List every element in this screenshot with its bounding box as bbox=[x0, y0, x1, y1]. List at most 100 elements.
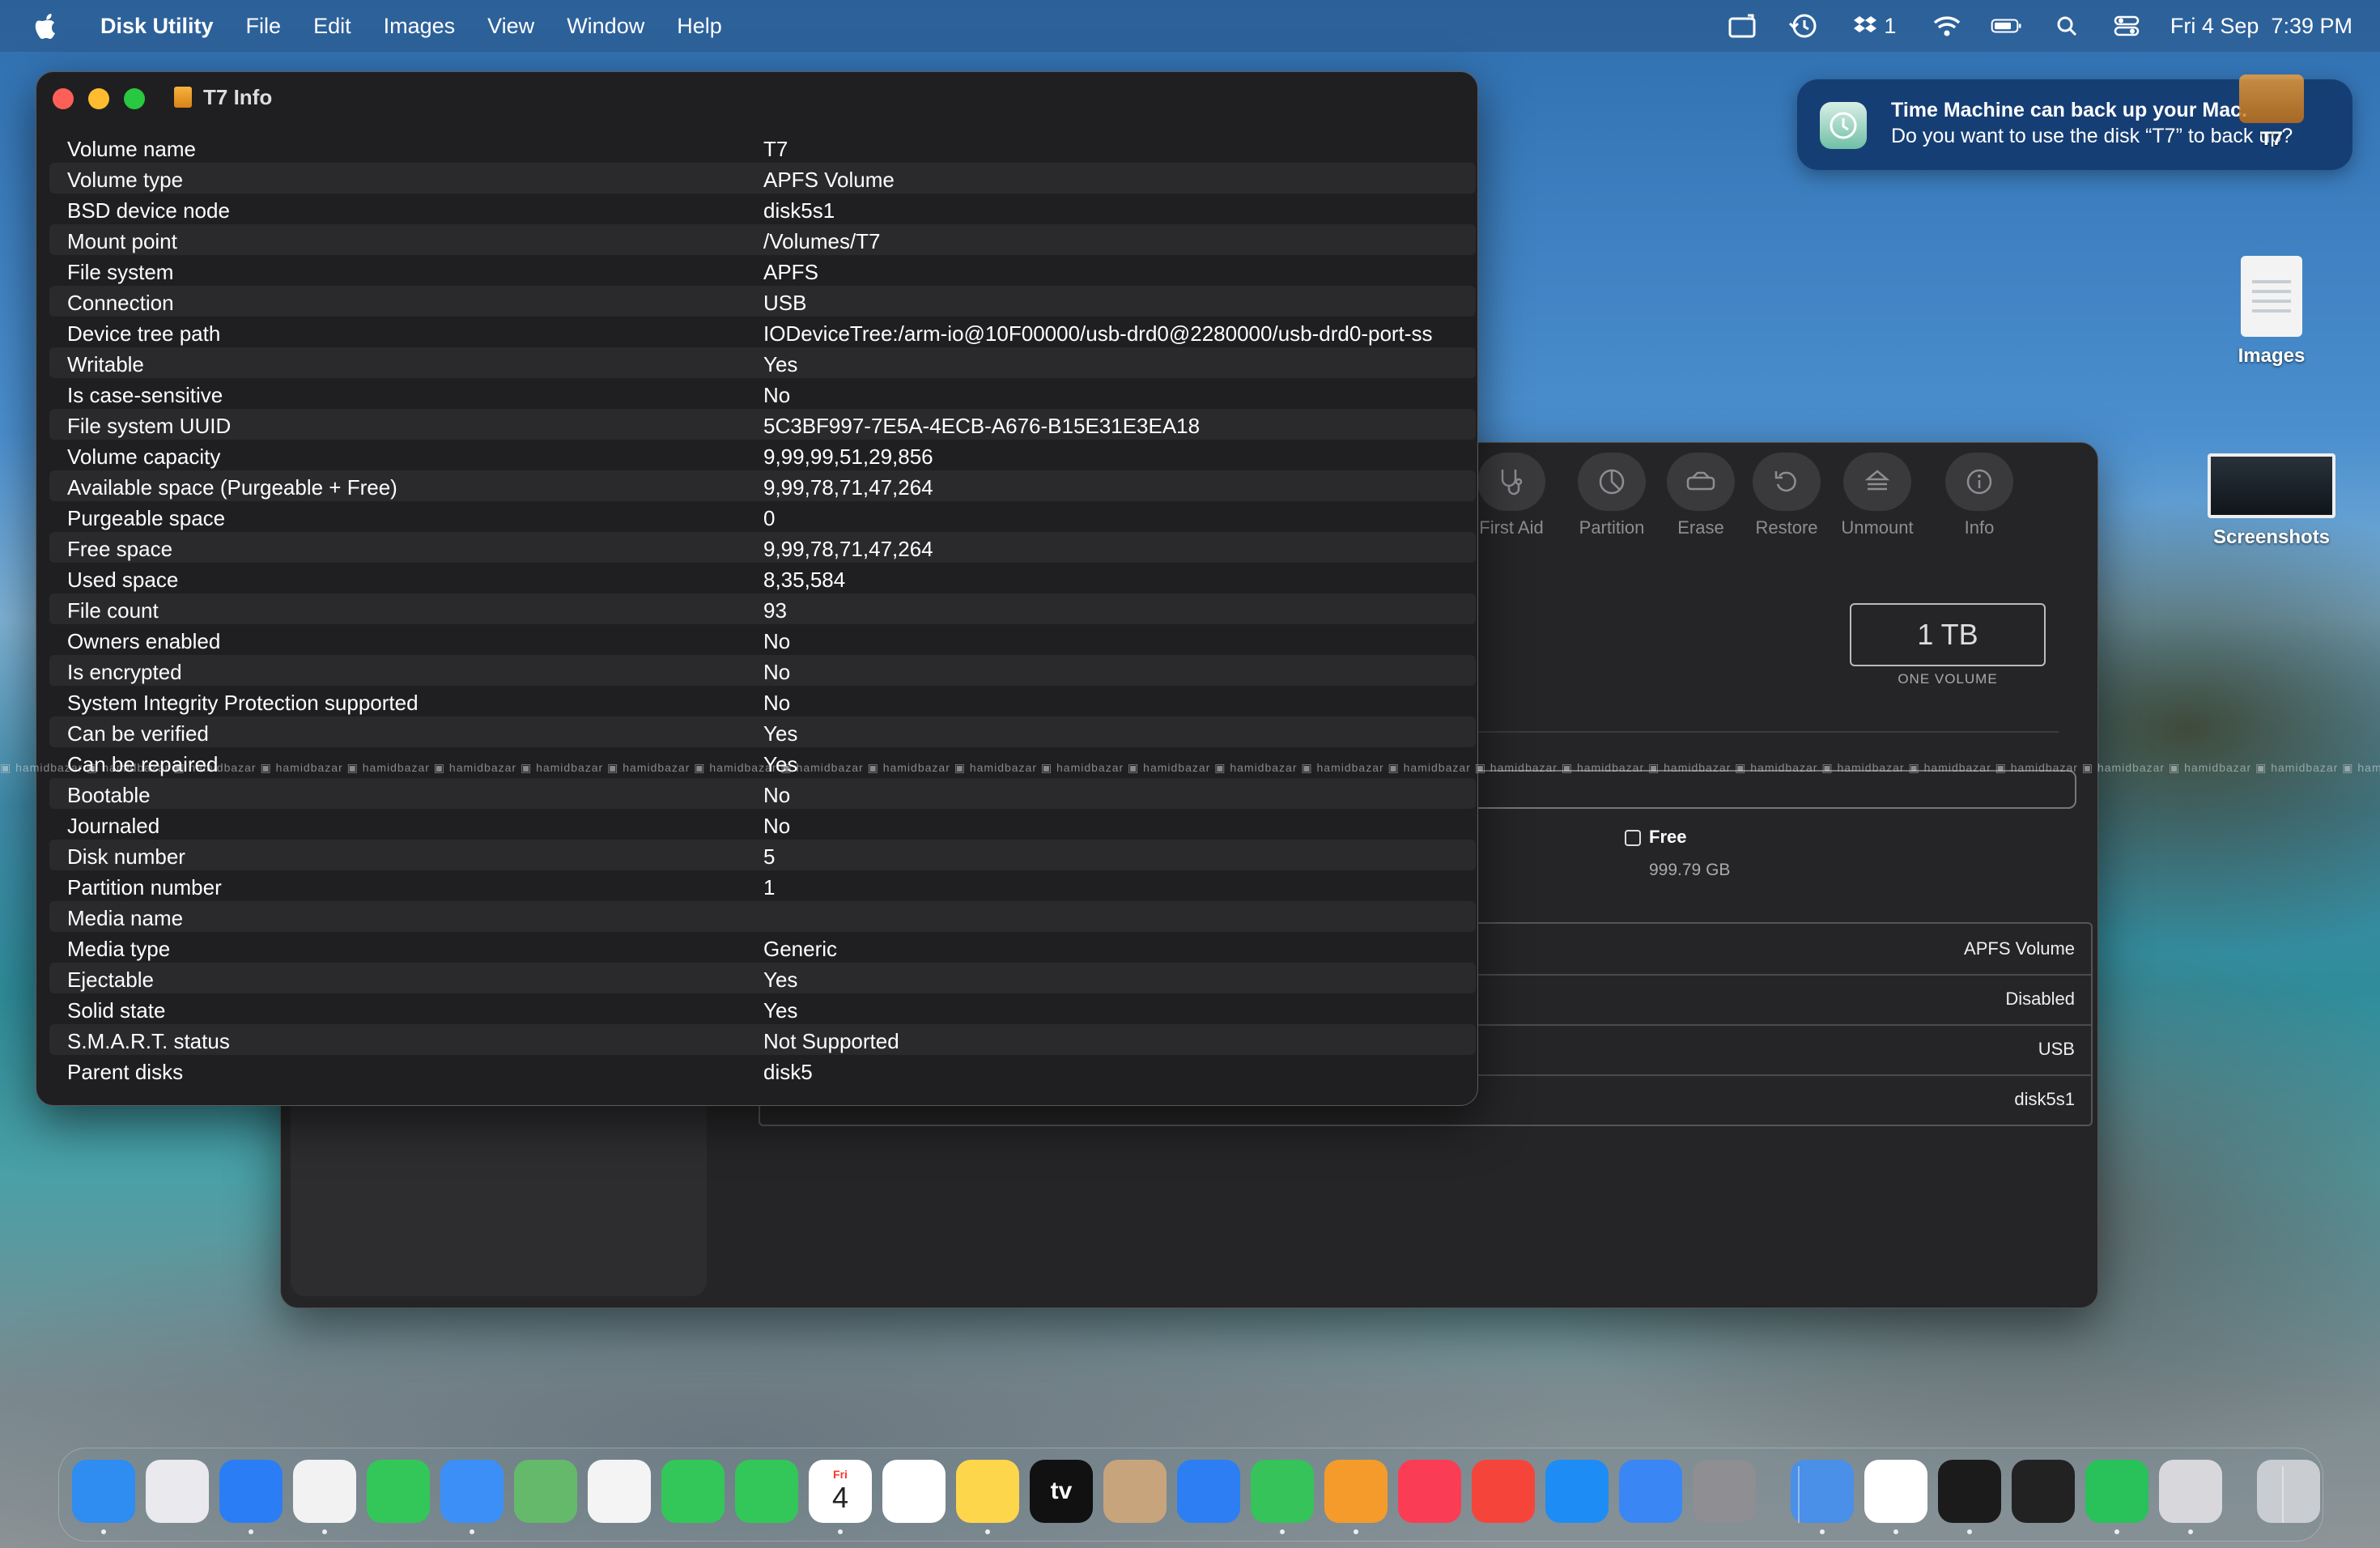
notes-icon[interactable] bbox=[956, 1460, 1019, 1523]
reminders-icon[interactable] bbox=[882, 1460, 946, 1523]
capacity-subtitle: ONE VOLUME bbox=[1898, 671, 1998, 687]
disk-utility-icon[interactable] bbox=[1791, 1460, 1854, 1523]
info-icon bbox=[1945, 453, 2013, 511]
maps-icon[interactable] bbox=[514, 1460, 577, 1523]
unmount-button[interactable]: Unmount bbox=[1829, 453, 1926, 538]
drive-icon bbox=[174, 87, 192, 108]
whatsapp-icon[interactable] bbox=[2085, 1460, 2148, 1523]
folder-screenshot-icon bbox=[2208, 453, 2335, 518]
info-row-key: Disk number bbox=[67, 844, 185, 869]
desktop-item-screenshots[interactable]: Screenshots bbox=[2191, 453, 2352, 549]
chrome-icon[interactable] bbox=[293, 1460, 356, 1523]
unmount-label: Unmount bbox=[1841, 517, 1914, 538]
info-row-key: BSD device node bbox=[67, 198, 230, 223]
pages-icon[interactable] bbox=[1324, 1460, 1388, 1523]
rocket-icon[interactable] bbox=[1472, 1460, 1535, 1523]
trash-icon[interactable] bbox=[2257, 1460, 2320, 1523]
info-row-key: File count bbox=[67, 598, 159, 623]
dock-separator bbox=[2282, 1466, 2284, 1523]
menu-window[interactable]: Window bbox=[567, 14, 644, 39]
dock-running-indicator bbox=[1280, 1529, 1285, 1534]
mail-icon[interactable] bbox=[440, 1460, 504, 1523]
info-row: Owners enabled No bbox=[49, 624, 1476, 655]
info-row: File system UUID 5C3BF997-7E5A-4ECB-A676-… bbox=[49, 409, 1476, 440]
info-row-value: APFS bbox=[763, 260, 818, 284]
wifi-icon[interactable] bbox=[1931, 12, 1963, 40]
time-machine-icon[interactable] bbox=[1787, 12, 1819, 40]
close-button[interactable] bbox=[53, 88, 74, 109]
messages-icon[interactable] bbox=[367, 1460, 430, 1523]
desktop-item-images[interactable]: Images bbox=[2191, 256, 2352, 368]
finder-icon[interactable] bbox=[72, 1460, 135, 1523]
menu-file[interactable]: File bbox=[246, 14, 282, 39]
dropbox-icon[interactable]: 1 bbox=[1847, 12, 1903, 40]
zoom-button[interactable] bbox=[124, 88, 145, 109]
info-row-value: disk5 bbox=[763, 1060, 813, 1084]
desktop-item-label: T7 bbox=[2259, 128, 2283, 150]
partition-button[interactable]: Partition bbox=[1563, 453, 1660, 538]
desktop-item-t7[interactable]: T7 bbox=[2191, 74, 2352, 151]
info-row-key: Free space bbox=[67, 537, 173, 561]
info-row-key: Available space (Purgeable + Free) bbox=[67, 475, 397, 500]
tv-label: tv bbox=[1050, 1478, 1073, 1504]
info-row-value: 9,99,78,71,47,264 bbox=[763, 537, 933, 561]
phone-icon[interactable] bbox=[735, 1460, 798, 1523]
info-row-key: Parent disks bbox=[67, 1060, 184, 1084]
menu-edit[interactable]: Edit bbox=[313, 14, 351, 39]
facetime-icon[interactable] bbox=[661, 1460, 725, 1523]
restore-button[interactable]: Restore bbox=[1738, 453, 1835, 538]
info-row-value: Generic bbox=[763, 937, 838, 961]
music-icon[interactable] bbox=[1398, 1460, 1461, 1523]
numbers-icon[interactable] bbox=[1251, 1460, 1314, 1523]
menu-view[interactable]: View bbox=[487, 14, 534, 39]
dock: Fri 4 tv bbox=[58, 1448, 2323, 1542]
info-row-key: Is encrypted bbox=[67, 660, 182, 684]
info-row-value: No bbox=[763, 383, 791, 407]
photos-icon[interactable] bbox=[588, 1460, 651, 1523]
erase-button[interactable]: Erase bbox=[1652, 453, 1749, 538]
menu-images[interactable]: Images bbox=[384, 14, 456, 39]
info-rows: Volume name T7 Volume type APFS Volume BSD d… bbox=[49, 132, 1476, 1086]
battery-icon[interactable] bbox=[1991, 12, 2023, 40]
info-row: System Integrity Protection supported No bbox=[49, 686, 1476, 717]
menubar-clock[interactable]: Fri 4 Sep 7:39 PM bbox=[2170, 14, 2352, 39]
free-legend-value: 999.79 GB bbox=[1649, 861, 1731, 879]
first-aid-label: First Aid bbox=[1479, 517, 1544, 538]
info-row: Parent disks disk5 bbox=[49, 1055, 1476, 1086]
menu-help[interactable]: Help bbox=[677, 14, 722, 39]
safari-icon[interactable] bbox=[219, 1460, 283, 1523]
dock-running-indicator bbox=[1967, 1529, 1972, 1534]
control-center-icon[interactable] bbox=[2110, 12, 2143, 40]
screen-share-icon[interactable] bbox=[1727, 12, 1759, 40]
apple-tv-icon[interactable]: tv bbox=[1030, 1460, 1093, 1523]
info-button[interactable]: Info bbox=[1931, 453, 2028, 538]
info-row-key: Purgeable space bbox=[67, 506, 226, 530]
simulator-icon[interactable] bbox=[1619, 1460, 1682, 1523]
info-row: Purgeable space 0 bbox=[49, 501, 1476, 532]
keynote-icon[interactable] bbox=[1177, 1460, 1240, 1523]
utility-icon[interactable] bbox=[2159, 1460, 2222, 1523]
calendar-icon[interactable]: Fri 4 bbox=[809, 1460, 872, 1523]
system-settings-icon[interactable] bbox=[1693, 1460, 1756, 1523]
contacts-icon[interactable] bbox=[1103, 1460, 1167, 1523]
info-row-value: Yes bbox=[763, 968, 798, 992]
cube-app-icon[interactable] bbox=[2012, 1460, 2075, 1523]
title-bar[interactable]: T7 Info bbox=[36, 72, 1477, 125]
dock-running-indicator bbox=[1820, 1529, 1825, 1534]
info-row: Disk number 5 bbox=[49, 840, 1476, 870]
app-menu-disk-utility[interactable]: Disk Utility bbox=[100, 14, 214, 39]
app-store-icon[interactable] bbox=[1545, 1460, 1609, 1523]
info-row-key: Media type bbox=[67, 937, 171, 961]
terminal-icon[interactable] bbox=[1938, 1460, 2001, 1523]
launchpad-icon[interactable] bbox=[146, 1460, 209, 1523]
textedit-icon[interactable] bbox=[1864, 1460, 1927, 1523]
spotlight-search-icon[interactable] bbox=[2051, 12, 2083, 40]
info-row: Ejectable Yes bbox=[49, 963, 1476, 993]
info-row: Writable Yes bbox=[49, 347, 1476, 378]
info-row-value: 5 bbox=[763, 844, 776, 869]
info-row: Media type Generic bbox=[49, 932, 1476, 963]
minimize-button[interactable] bbox=[88, 88, 109, 109]
dock-running-indicator bbox=[985, 1529, 990, 1534]
dock-running-indicator bbox=[101, 1529, 106, 1534]
apple-menu-icon[interactable] bbox=[31, 10, 63, 42]
